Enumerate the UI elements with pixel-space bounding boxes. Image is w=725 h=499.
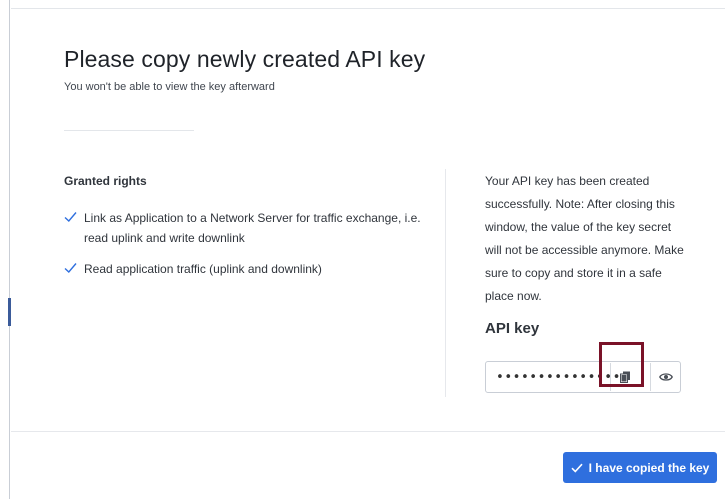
title-divider (64, 130, 194, 131)
right-label: Link as Application to a Network Server … (84, 211, 421, 245)
copy-icon (620, 371, 630, 383)
list-item: Read application traffic (uplink and dow… (64, 259, 424, 279)
confirm-copied-button[interactable]: I have copied the key (563, 452, 717, 483)
creation-notice: Your API key has been created successful… (485, 174, 684, 303)
eye-icon (658, 373, 673, 381)
right-label: Read application traffic (uplink and dow… (84, 262, 322, 276)
reveal-key-button[interactable] (650, 363, 680, 391)
copy-key-button[interactable] (610, 363, 640, 391)
api-key-field[interactable]: •••••••••••••••• (485, 361, 681, 393)
confirm-label: I have copied the key (588, 460, 710, 475)
api-key-label: API key (485, 320, 540, 337)
granted-rights-heading: Granted rights (64, 174, 147, 188)
footer-divider (11, 431, 725, 432)
background-app-edge (0, 0, 11, 499)
list-item: Link as Application to a Network Server … (64, 208, 424, 248)
granted-rights-list: Link as Application to a Network Server … (64, 208, 424, 290)
modal-subtitle: You won't be able to view the key afterw… (64, 81, 275, 93)
check-icon (64, 212, 77, 223)
check-icon (64, 263, 77, 274)
modal-title: Please copy newly created API key (64, 46, 426, 72)
api-key-modal: Please copy newly created API key You wo… (11, 8, 725, 499)
column-divider (445, 169, 446, 397)
check-icon (571, 463, 583, 473)
